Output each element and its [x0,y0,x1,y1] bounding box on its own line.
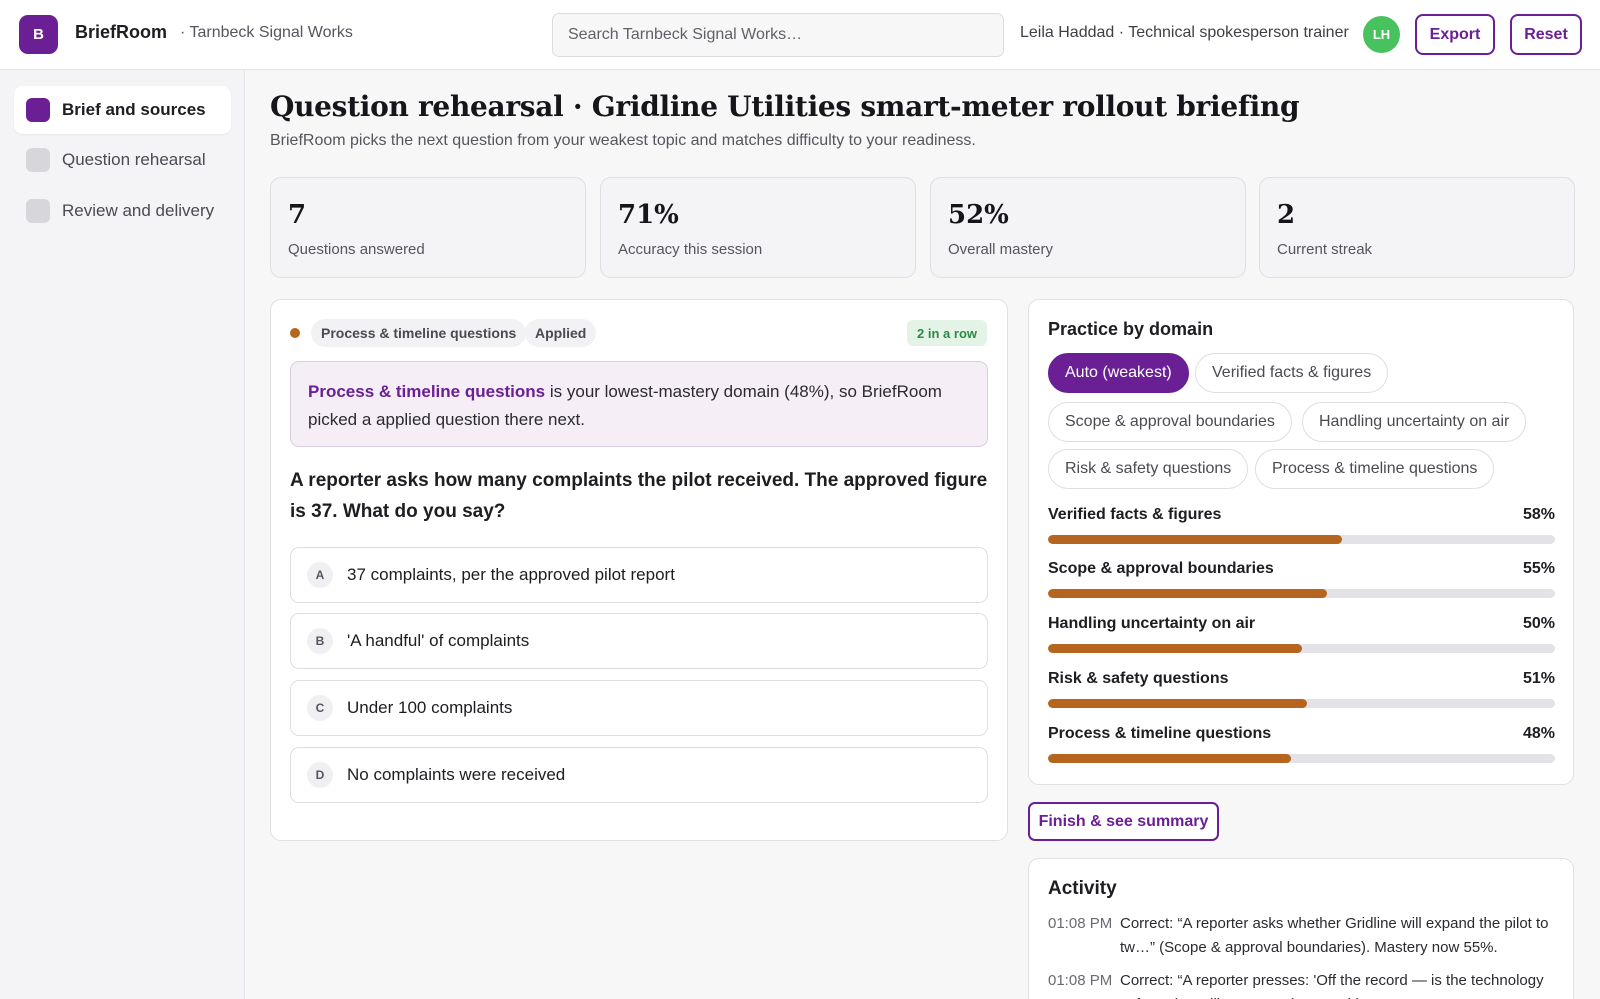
domain-progress-track [1048,535,1555,544]
reset-button[interactable]: Reset [1510,14,1582,55]
activity-time: 01:08 PM [1048,915,1113,932]
domain-percent: 48% [1522,725,1555,742]
domain-progress-track [1048,699,1555,708]
domain-name: Handling uncertainty on air [1048,615,1256,632]
stat-label: Accuracy this session [618,241,763,258]
question-text: A reporter asks how many complaints the … [290,470,988,522]
domain-chip: Process & timeline questions [311,319,527,347]
option-text: Under 100 complaints [347,698,513,717]
activity-title: Activity [1048,878,1117,899]
sidebar: Brief and sources Question rehearsal Rev… [0,70,245,999]
domain-percent: 55% [1522,560,1555,577]
stat-value: 2 [1277,200,1296,230]
option-text: 'A handful' of complaints [347,631,530,650]
filter-verified-facts[interactable]: Verified facts & figures [1195,353,1389,393]
option-letter: D [307,762,333,788]
answer-option-b[interactable]: B 'A handful' of complaints [290,613,988,669]
filter-handling-uncertainty[interactable]: Handling uncertainty on air [1302,402,1527,442]
answer-option-c[interactable]: C Under 100 complaints [290,680,988,736]
option-text: 37 complaints, per the approved pilot re… [347,565,675,584]
sidebar-item-label: Review and delivery [62,201,215,220]
stat-card-accuracy: 71% Accuracy this session [600,177,916,278]
option-letter: A [307,562,333,588]
option-text: No complaints were received [347,765,566,784]
export-button[interactable]: Export [1415,14,1495,55]
domain-name: Scope & approval boundaries [1048,560,1274,577]
domain-percent: 58% [1522,506,1555,523]
stat-card-questions-answered: 7 Questions answered [270,177,586,278]
domain-progress-fill [1048,754,1292,763]
difficulty-chip: Applied [525,319,597,347]
question-card: Process & timeline questions Applied 2 i… [270,299,1008,841]
page-subtitle: BriefRoom picks the next question from y… [270,132,976,149]
domain-dot-icon [290,328,300,338]
stat-label: Overall mastery [948,241,1054,258]
app-logo[interactable]: B [19,15,58,54]
user-name: Leila Haddad · Technical spokesperson tr… [1020,24,1349,41]
answer-option-a[interactable]: A 37 complaints, per the approved pilot … [290,547,988,603]
stat-label: Questions answered [288,241,425,258]
option-letter: C [307,695,333,721]
domain-progress-fill [1048,699,1307,708]
stat-value: 71% [618,200,679,230]
sidebar-item-label: Brief and sources [62,100,206,119]
stat-card-current-streak: 2 Current streak [1259,177,1575,278]
stat-label: Current streak [1277,241,1373,258]
domain-progress-track [1048,754,1555,763]
top-bar: B BriefRoom · Tarnbeck Signal Works Leil… [0,0,1600,70]
stat-card-overall-mastery: 52% Overall mastery [930,177,1246,278]
domain-progress-track [1048,644,1555,653]
filter-process-timeline[interactable]: Process & timeline questions [1255,449,1495,489]
stat-value: 52% [948,200,1009,230]
filter-risk-safety[interactable]: Risk & safety questions [1048,449,1249,489]
domain-name: Process & timeline questions [1048,725,1272,742]
organization-name: · Tarnbeck Signal Works [180,24,353,41]
answer-option-d[interactable]: D No complaints were received [290,747,988,803]
filter-scope-approval[interactable]: Scope & approval boundaries [1048,402,1292,442]
domain-name: Verified facts & figures [1048,506,1222,523]
nav-marker-icon [26,199,50,223]
activity-card: Activity 01:08 PM Correct: “A reporter a… [1028,858,1574,999]
activity-time: 01:08 PM [1048,972,1113,989]
domain-percent: 51% [1522,670,1555,687]
page-title: Question rehearsal · Gridline Utilities … [270,90,1300,123]
search-input[interactable] [552,13,1004,57]
filter-auto-weakest[interactable]: Auto (weakest) [1048,353,1189,393]
avatar[interactable]: LH [1363,16,1400,53]
domain-percent: 50% [1522,615,1555,632]
domain-progress-fill [1048,644,1302,653]
practice-by-domain-card: Practice by domain Auto (weakest) Verifi… [1028,299,1574,785]
practice-title: Practice by domain [1048,319,1214,339]
sidebar-item-review-and-delivery[interactable]: Review and delivery [14,187,231,235]
option-letter: B [307,628,333,654]
finish-summary-button[interactable]: Finish & see summary [1028,802,1219,841]
nav-marker-icon [26,98,50,122]
stat-value: 7 [288,200,307,230]
selection-reason: Process & timeline questions is your low… [290,361,988,447]
nav-marker-icon [26,148,50,172]
domain-progress-fill [1048,589,1327,598]
activity-message: Correct: “A reporter asks whether Gridli… [1120,915,1549,956]
sidebar-item-label: Question rehearsal [62,150,206,169]
domain-name: Risk & safety questions [1048,670,1229,687]
domain-progress-track [1048,589,1555,598]
sidebar-item-brief-and-sources[interactable]: Brief and sources [14,86,231,134]
activity-message: Correct: “A reporter presses: 'Off the r… [1120,972,1544,999]
domain-progress-fill [1048,535,1343,544]
brand-name: BriefRoom [75,22,168,42]
sidebar-item-question-rehearsal[interactable]: Question rehearsal [14,136,231,184]
streak-badge: 2 in a row [907,320,987,346]
reason-domain-link[interactable]: Process & timeline questions [308,382,545,401]
